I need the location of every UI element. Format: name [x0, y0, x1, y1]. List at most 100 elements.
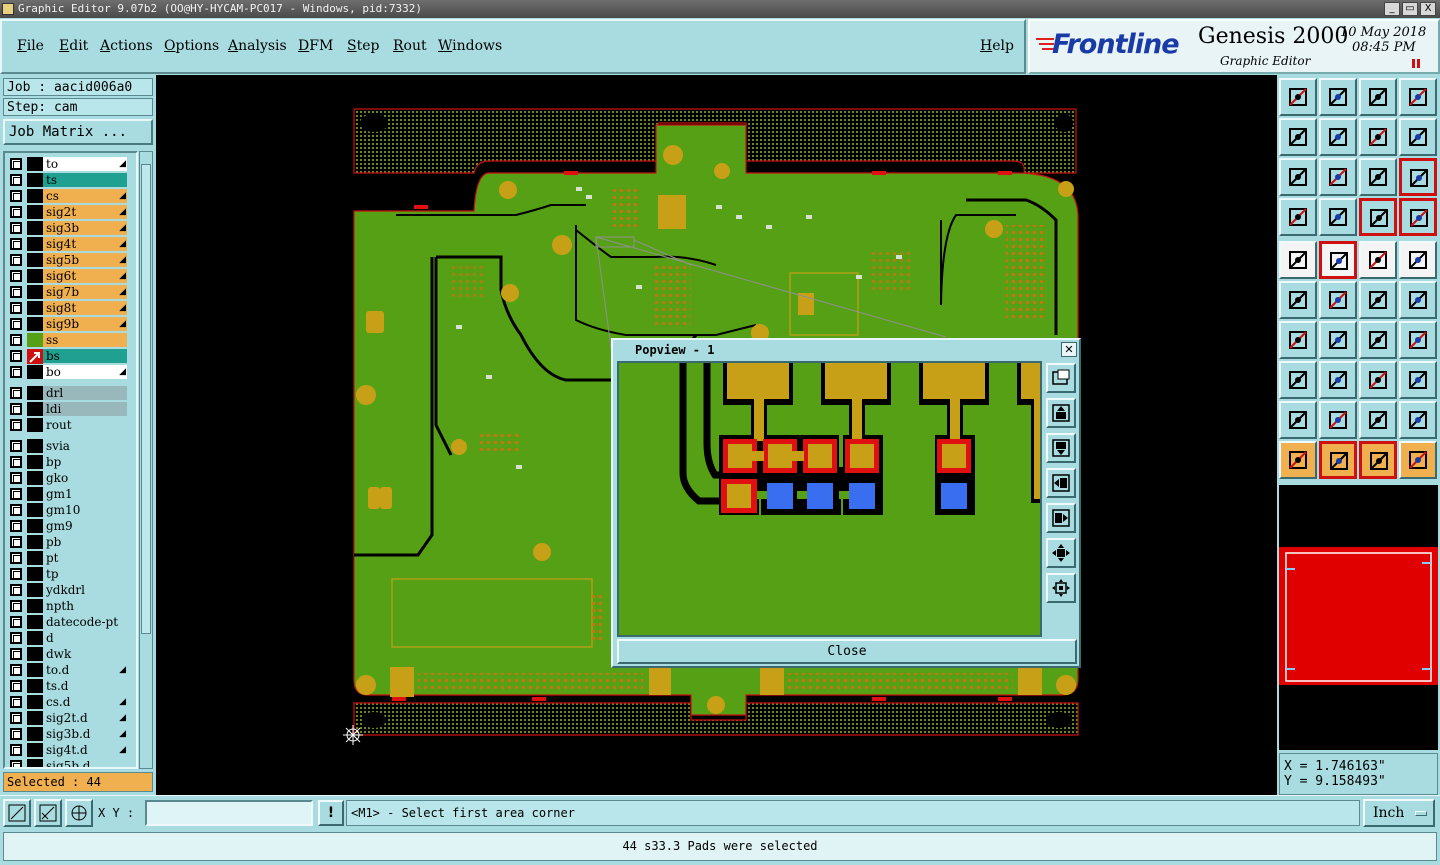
split-view-button[interactable]: [1399, 78, 1437, 116]
menu-file[interactable]: File: [17, 38, 44, 54]
grid-button[interactable]: [65, 799, 93, 827]
layer-checkbox[interactable]: [10, 728, 22, 740]
line-node-alt-button[interactable]: [1399, 281, 1437, 319]
layer-indicator[interactable]: [27, 205, 43, 219]
help-button[interactable]: [1399, 158, 1437, 196]
layer-row-dwk[interactable]: dwk: [9, 647, 129, 661]
layer-checkbox[interactable]: [10, 760, 22, 767]
layer-checkbox[interactable]: [10, 254, 22, 266]
layer-name[interactable]: dwk: [43, 647, 127, 661]
layer-name[interactable]: ss: [43, 333, 127, 347]
menu-windows[interactable]: Windows: [438, 38, 502, 54]
angle-button[interactable]: [1279, 321, 1317, 359]
layer-indicator[interactable]: [27, 269, 43, 283]
layer-indicator[interactable]: [27, 301, 43, 315]
popview-canvas[interactable]: [617, 361, 1042, 637]
layer-indicator[interactable]: [27, 711, 43, 725]
layer-row-gko[interactable]: gko: [9, 471, 129, 485]
layer-checkbox[interactable]: [10, 350, 22, 362]
layer-name[interactable]: sig8t: [43, 301, 127, 315]
layer-checkbox[interactable]: [10, 664, 22, 676]
layer-checkbox[interactable]: [10, 174, 22, 186]
triangle-button[interactable]: [1279, 401, 1317, 439]
layer-row-cs[interactable]: cs ◢: [9, 189, 129, 203]
layer-indicator[interactable]: [27, 471, 43, 485]
layer-row-ydkdrl[interactable]: ydkdrl: [9, 583, 129, 597]
layer-row-sig5b.d[interactable]: sig5b.d: [9, 759, 129, 767]
layer-checkbox[interactable]: [10, 238, 22, 250]
layer-checkbox[interactable]: [10, 744, 22, 756]
layer-row-ts[interactable]: ts: [9, 173, 129, 187]
layer-indicator[interactable]: [27, 439, 43, 453]
layer-name[interactable]: ts: [43, 173, 127, 187]
layer-context-icon[interactable]: ◢: [119, 271, 126, 281]
layer-indicator[interactable]: [27, 551, 43, 565]
layer-row-sig2t.d[interactable]: sig2t.d ◢: [9, 711, 129, 725]
layer-checkbox[interactable]: [10, 403, 22, 415]
line-node-button[interactable]: [1359, 281, 1397, 319]
layer-row-gm10[interactable]: gm10: [9, 503, 129, 517]
menu-step[interactable]: Step: [347, 38, 379, 54]
layer-row-bs[interactable]: bs: [9, 349, 129, 364]
popview-zoom-window-button[interactable]: [1046, 363, 1076, 393]
pan-right-button[interactable]: [1319, 118, 1357, 156]
layer-indicator[interactable]: [27, 317, 43, 331]
layer-row-npth[interactable]: npth: [9, 599, 129, 613]
layer-indicator[interactable]: [27, 237, 43, 251]
ratio-1-2-button[interactable]: [1359, 158, 1397, 196]
ff-button[interactable]: [1399, 321, 1437, 359]
layer-indicator[interactable]: [27, 519, 43, 533]
layer-indicator[interactable]: [27, 567, 43, 581]
popview-pan-up-button[interactable]: [1046, 398, 1076, 428]
layer-name[interactable]: to: [43, 157, 127, 171]
layer-checkbox[interactable]: [10, 616, 22, 628]
layer-name[interactable]: gm9: [43, 519, 127, 533]
layer-checkbox[interactable]: [10, 696, 22, 708]
layer-checkbox[interactable]: [10, 680, 22, 692]
layer-name[interactable]: sig4t: [43, 237, 127, 251]
layer-name[interactable]: drl: [43, 386, 127, 400]
layer-indicator[interactable]: [27, 535, 43, 549]
layer-context-icon[interactable]: ◢: [119, 729, 126, 739]
layer-row-gm9[interactable]: gm9: [9, 519, 129, 533]
board-overview[interactable]: [1279, 485, 1438, 750]
layer-name[interactable]: sig5b.d: [43, 759, 127, 767]
menu-options[interactable]: Options: [164, 38, 219, 54]
layer-name[interactable]: cs.d: [43, 695, 127, 709]
layer-name[interactable]: sig7b: [43, 285, 127, 299]
layer-indicator[interactable]: [27, 333, 43, 347]
layer-name[interactable]: bo: [43, 365, 127, 379]
popview-close-button[interactable]: Close: [617, 639, 1077, 664]
layer-row-ldi[interactable]: ldi: [9, 402, 129, 416]
layer-row-sig2t[interactable]: sig2t ◢: [9, 205, 129, 219]
menu-help[interactable]: Help: [980, 38, 1014, 54]
layer-checkbox[interactable]: [10, 158, 22, 170]
arc-button[interactable]: [1359, 321, 1397, 359]
measure-button[interactable]: [1279, 198, 1317, 236]
layer-row-sig8t[interactable]: sig8t ◢: [9, 301, 129, 315]
zoomed-pads-view[interactable]: [619, 363, 1040, 635]
layer-checkbox[interactable]: [10, 419, 22, 431]
xy-input[interactable]: [145, 800, 313, 826]
layer-indicator[interactable]: [27, 743, 43, 757]
layer-name[interactable]: sig6t: [43, 269, 127, 283]
cross-button[interactable]: [1319, 281, 1357, 319]
feature-select-button[interactable]: [1279, 361, 1317, 399]
diagonal-button[interactable]: [1319, 321, 1357, 359]
layer-name[interactable]: sig5b: [43, 253, 127, 267]
layer-context-icon[interactable]: ◢: [119, 713, 126, 723]
maximize-button[interactable]: ▭: [1402, 2, 1418, 16]
layer-checkbox[interactable]: [10, 222, 22, 234]
layer-name[interactable]: bp: [43, 455, 127, 469]
menu-rout[interactable]: Rout: [393, 38, 427, 54]
layer-context-icon[interactable]: ◢: [119, 745, 126, 755]
peak-button[interactable]: [1319, 401, 1357, 439]
layer-context-icon[interactable]: ◢: [119, 223, 126, 233]
layer-checkbox[interactable]: [10, 206, 22, 218]
layer-indicator[interactable]: [27, 189, 43, 203]
scrollbar-thumb[interactable]: [141, 164, 151, 634]
layer-context-icon[interactable]: ◢: [119, 287, 126, 297]
layer-row-sig5b[interactable]: sig5b ◢: [9, 253, 129, 267]
layer-name[interactable]: sig4t.d: [43, 743, 127, 757]
layer-checkbox[interactable]: [10, 632, 22, 644]
